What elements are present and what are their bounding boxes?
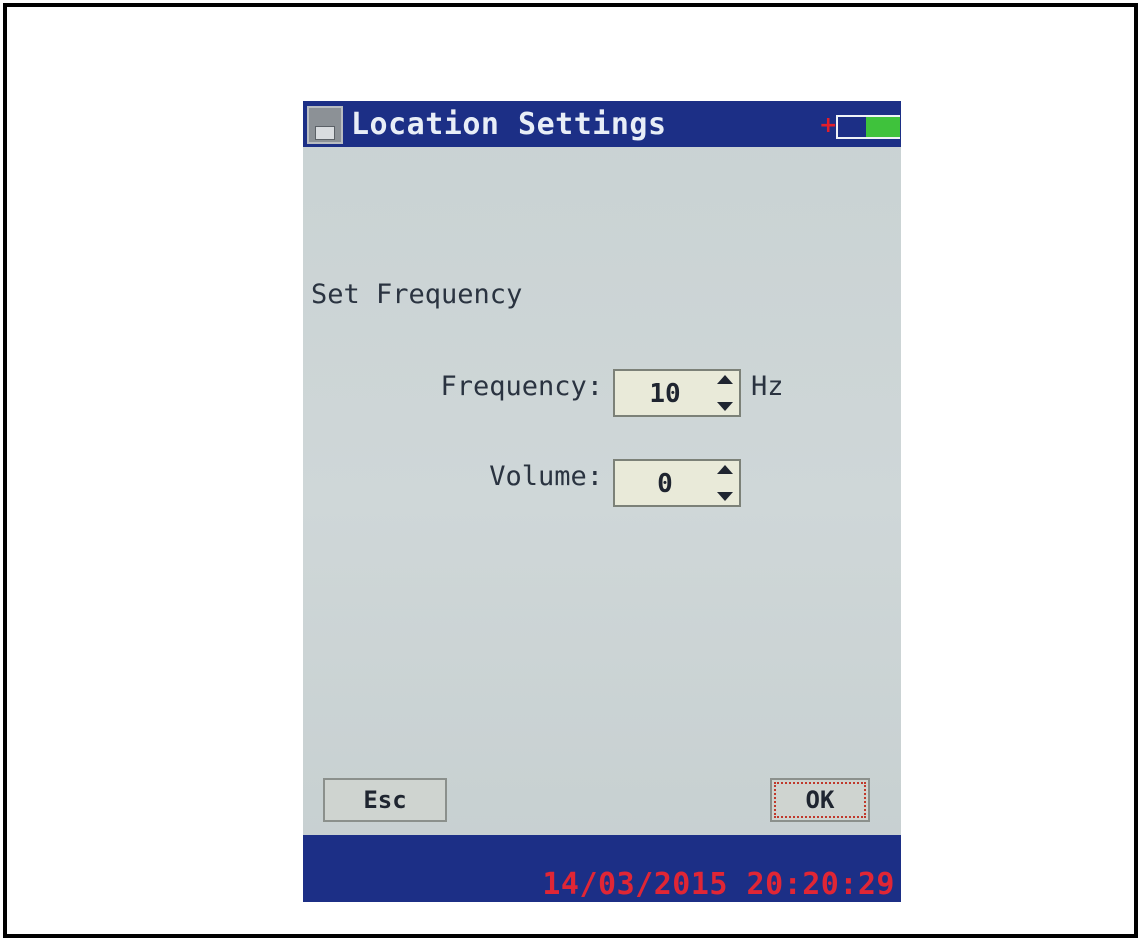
frequency-spinbox[interactable]: 10 xyxy=(613,369,741,417)
status-bar: 14/03/2015 20:20:29 xyxy=(303,835,901,902)
charging-plug-icon: + xyxy=(819,113,838,138)
ok-button[interactable]: OK xyxy=(770,778,870,822)
volume-decrement-arrow-icon[interactable] xyxy=(717,492,733,501)
photo-frame: Location Settings + Set Frequency Freque… xyxy=(3,3,1138,938)
frequency-value[interactable]: 10 xyxy=(615,371,715,415)
frequency-decrement-arrow-icon[interactable] xyxy=(717,402,733,411)
section-title: Set Frequency xyxy=(311,279,523,310)
volume-label: Volume: xyxy=(489,461,603,492)
frequency-unit: Hz xyxy=(751,371,784,402)
battery-icon xyxy=(836,115,900,139)
volume-spinbox[interactable]: 0 xyxy=(613,459,741,507)
esc-button[interactable]: Esc xyxy=(323,778,447,822)
frequency-increment-arrow-icon[interactable] xyxy=(717,375,733,384)
title-bar: Location Settings + xyxy=(303,101,901,147)
save-disk-icon xyxy=(307,106,343,144)
datetime-display: 14/03/2015 20:20:29 xyxy=(542,867,895,902)
device-screen: Location Settings + Set Frequency Freque… xyxy=(303,101,901,902)
volume-value[interactable]: 0 xyxy=(615,461,715,505)
battery-level-fill xyxy=(865,117,900,137)
frequency-label: Frequency: xyxy=(440,371,603,402)
window-title: Location Settings xyxy=(351,107,667,142)
volume-increment-arrow-icon[interactable] xyxy=(717,465,733,474)
